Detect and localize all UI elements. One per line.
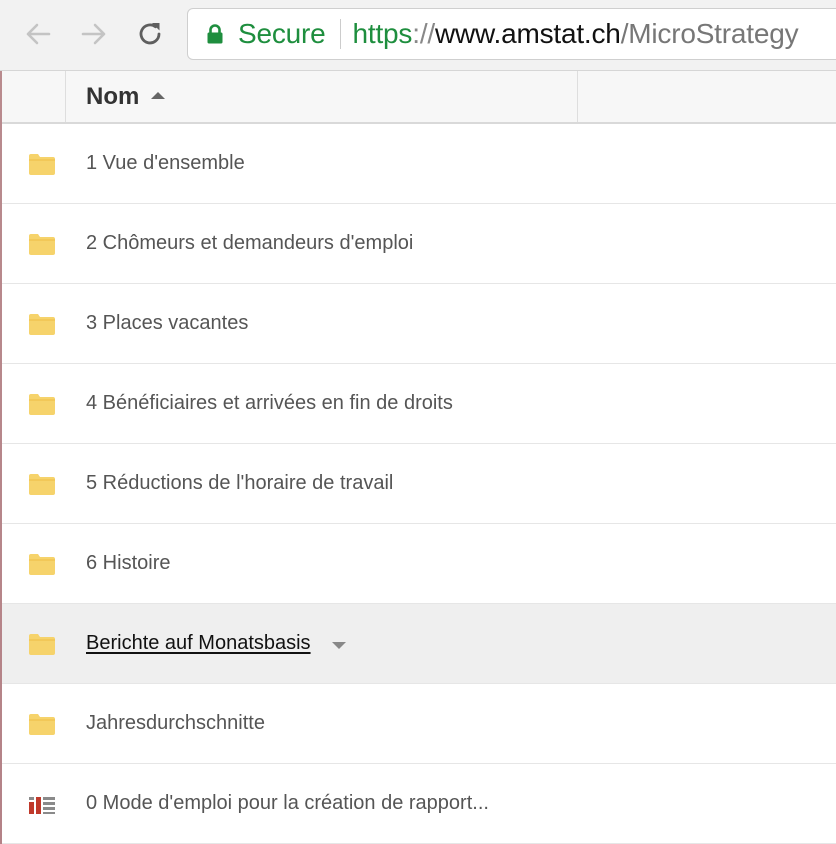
forward-button[interactable] — [74, 14, 114, 54]
reload-button[interactable] — [130, 14, 170, 54]
arrow-left-icon — [26, 23, 51, 45]
sort-ascending-icon — [151, 92, 166, 99]
list-item[interactable]: Jahresdurchschnitte — [2, 684, 836, 764]
list-item-label: 0 Mode d'emploi pour la création de rapp… — [86, 792, 489, 814]
column-header-name-label: Nom — [86, 82, 140, 110]
url-host: www.amstat.ch — [435, 18, 621, 49]
folder-icon — [29, 313, 55, 335]
folder-icon — [29, 233, 55, 255]
item-list: 1 Vue d'ensemble 2 Chômeurs et demandeur… — [2, 124, 836, 844]
reload-icon — [139, 23, 161, 45]
list-item[interactable]: 3 Places vacantes — [2, 284, 836, 364]
secure-label: Secure — [238, 18, 326, 49]
folder-icon — [29, 393, 55, 415]
column-header-icon-cell — [2, 71, 66, 122]
list-item-label: 2 Chômeurs et demandeurs d'emploi — [86, 232, 414, 254]
column-header: Nom — [2, 71, 836, 124]
list-item-hovered[interactable]: Berichte auf Monatsbasis — [2, 604, 836, 684]
report-icon — [29, 796, 55, 814]
url-path: /MicroStrategy — [620, 18, 799, 49]
list-item[interactable]: 6 Histoire — [2, 524, 836, 604]
url-scheme: https — [352, 18, 413, 49]
list-item-label: Jahresdurchschnitte — [86, 712, 265, 734]
list-item-label: 4 Bénéficiaires et arrivées en fin de dr… — [86, 392, 453, 414]
folder-icon — [29, 153, 55, 175]
page: Secure https://www.amstat.ch/MicroStrate… — [0, 0, 836, 844]
list-item-label: 5 Réductions de l'horaire de travail — [86, 472, 394, 494]
chevron-down-icon[interactable] — [332, 641, 346, 649]
column-header-name[interactable]: Nom — [66, 71, 578, 122]
lock-icon[interactable] — [205, 23, 225, 45]
list-item-label[interactable]: Berichte auf Monatsbasis — [86, 632, 311, 655]
folder-icon — [29, 713, 55, 735]
list-item[interactable]: 4 Bénéficiaires et arrivées en fin de dr… — [2, 364, 836, 444]
address-bar[interactable]: Secure https://www.amstat.ch/MicroStrate… — [187, 8, 836, 60]
arrow-right-icon — [81, 23, 106, 45]
list-item-label: 1 Vue d'ensemble — [86, 152, 245, 174]
url-separator: :// — [412, 18, 435, 49]
address-divider — [339, 19, 341, 49]
folder-icon — [29, 633, 55, 655]
list-item[interactable]: 2 Chômeurs et demandeurs d'emploi — [2, 204, 836, 284]
back-button[interactable] — [18, 14, 58, 54]
folder-icon — [29, 473, 55, 495]
url-text[interactable]: https://www.amstat.ch/MicroStrategy — [353, 18, 799, 50]
list-item[interactable]: 1 Vue d'ensemble — [2, 124, 836, 204]
list-item[interactable]: 5 Réductions de l'horaire de travail — [2, 444, 836, 524]
folder-icon — [29, 553, 55, 575]
list-item[interactable]: 0 Mode d'emploi pour la création de rapp… — [2, 764, 836, 844]
list-item-label: 6 Histoire — [86, 552, 171, 574]
list-item-label: 3 Places vacantes — [86, 312, 249, 334]
browser-toolbar: Secure https://www.amstat.ch/MicroStrate… — [0, 0, 836, 71]
